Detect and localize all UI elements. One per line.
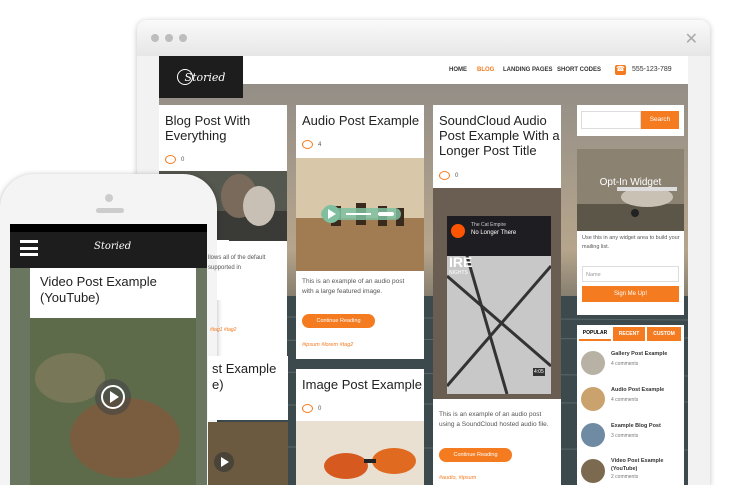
status-bar [10,224,207,232]
popular-item[interactable]: Video Post Example (YouTube) 2 comments [581,457,681,485]
browser-titlebar: ✕ [137,20,710,56]
window-dot-icon[interactable] [165,34,173,42]
popular-meta: 4 comments [611,397,639,403]
comment-count[interactable]: 0 [318,406,321,412]
artwork-subtext: NIGHTS [449,270,468,276]
popular-title[interactable]: Example Blog Post [611,423,661,429]
phone-camera [105,194,113,202]
post-thumbnail [581,387,605,411]
peek-pinecone-photo [208,422,288,485]
post-thumbnail [581,351,605,375]
pinecone-photo [30,318,196,485]
phone-number[interactable]: 555-123-789 [632,66,672,73]
airplane-photo [577,149,684,231]
tab-custom[interactable]: CUSTOM [647,327,681,341]
play-icon[interactable] [451,224,465,238]
menu-icon[interactable] [20,240,38,256]
popular-item[interactable]: Gallery Post Example 4 comments [581,349,681,383]
post-thumbnail [581,423,605,447]
track-title[interactable]: No Longer There [471,230,516,236]
optin-title: Opt-In Widget [599,177,662,188]
artwork-text: IRE [449,254,473,270]
popular-title[interactable]: Gallery Post Example [611,351,667,357]
popular-title[interactable]: Audio Post Example [611,387,664,393]
popular-item[interactable]: Audio Post Example 4 comments [581,385,681,419]
popular-meta: 4 comments [611,361,639,367]
post-title[interactable]: SoundCloud Audio Post Example With a Lon… [439,113,561,158]
mobile-post-title[interactable]: Video Post Example (YouTube) [40,274,190,306]
nav-short-codes[interactable]: SHORT CODES [557,67,601,73]
nav-landing-pages[interactable]: LANDING PAGES [503,67,553,73]
post-tags[interactable]: #audio, #ipsum [439,475,476,481]
post-tags[interactable]: #ipsum #lorem #tag2 [302,342,353,348]
phone-speaker [96,208,124,213]
peek-tags[interactable]: #tag1 #tag2 [210,327,236,333]
comment-icon [165,155,176,164]
peek-title[interactable]: e) [212,377,224,392]
popular-item[interactable]: Example Blog Post 3 comments [581,421,681,455]
post-title[interactable]: Audio Post Example [302,113,422,128]
comment-count[interactable]: 4 [318,142,321,148]
phone-screen: Storied Video Post Example (YouTube) [10,224,207,485]
optin-text: Use this in any widget area to build you… [582,235,680,250]
signup-button[interactable]: Sign Me Up! [582,286,679,302]
nav-home[interactable]: HOME [449,67,467,73]
tab-recent[interactable]: RECENT [613,327,645,341]
comment-count[interactable]: 0 [181,157,184,163]
post-excerpt: This is an example of an audio post with… [302,278,405,295]
continue-reading-button[interactable]: Continue Reading [439,448,512,462]
phone-icon: ☎ [615,65,626,75]
post-card: Image Post Example 0 [296,369,424,485]
post-excerpt: This is an example of an audio post usin… [439,411,549,428]
track-time: 4:05 [533,368,545,376]
window-dot-icon[interactable] [179,34,187,42]
mobile-logo[interactable]: Storied [94,241,131,252]
popular-title[interactable]: Video Post Example (YouTube) [611,457,681,473]
peek-title[interactable]: st Example [212,361,276,376]
mobile-header: Storied [10,224,207,268]
continue-reading-button[interactable]: Continue Reading [302,314,375,328]
post-title[interactable]: Blog Post With Everything [165,113,280,143]
close-icon[interactable]: ✕ [685,29,698,48]
tabs-widget: POPULAR RECENT CUSTOM Gallery Post Examp… [577,325,684,485]
phone-device: Storied Video Post Example (YouTube) [0,174,217,485]
search-button[interactable]: Search [641,111,679,129]
comment-count[interactable]: 0 [455,173,458,179]
post-title[interactable]: Image Post Example [302,377,422,392]
nav-blog[interactable]: BLOG [477,67,494,73]
tab-popular[interactable]: POPULAR [579,327,611,341]
search-widget: Search [577,105,684,136]
site-logo[interactable]: Storied [159,56,243,98]
soundcloud-artwork: The Cat Empire No Longer There IRE NIGHT… [447,216,551,394]
mobile-post-card: Video Post Example (YouTube) [30,268,196,485]
search-input[interactable] [581,111,641,129]
popular-meta: 3 comments [611,433,639,439]
peek-excerpt: llows all of the default supported in [208,255,266,271]
popular-meta: 2 comments [611,474,639,480]
comment-icon [439,171,450,180]
post-thumbnail [581,459,605,483]
optin-widget: Opt-In Widget Use this in any widget are… [577,149,684,315]
comment-icon [302,140,313,149]
camel-caravan-photo [296,158,424,271]
post-card: Audio Post Example 4 This is an example … [296,105,424,359]
soundcloud-embed[interactable]: The Cat Empire No Longer There IRE NIGHT… [433,188,561,399]
track-user[interactable]: The Cat Empire [471,222,506,228]
comment-icon [302,404,313,413]
peek-card: st Example e) [208,356,288,420]
window-dot-icon[interactable] [151,34,159,42]
post-card: SoundCloud Audio Post Example With a Lon… [433,105,561,485]
name-field[interactable]: Name [582,266,679,282]
site-header: Storied HOME BLOG LANDING PAGES SHORT CO… [159,56,688,98]
sunglasses-photo [296,421,424,485]
